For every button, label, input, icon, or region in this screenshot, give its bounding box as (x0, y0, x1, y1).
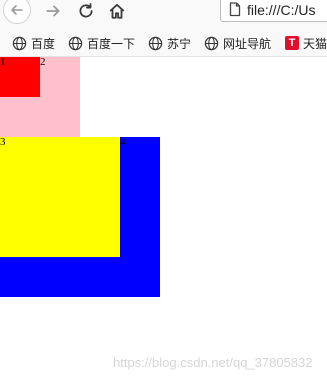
box-label-1: 1 (0, 56, 6, 68)
arrow-right-icon (46, 5, 60, 17)
url-bar[interactable]: file:///C:/Us (220, 0, 327, 22)
watermark-text: https://blog.csdn.net/qq_37805832 (113, 355, 313, 370)
globe-icon (204, 36, 219, 50)
globe-icon (148, 36, 163, 50)
bookmark-baidu[interactable]: 百度 (12, 33, 55, 53)
yellow-box: 3 (0, 137, 120, 257)
bookmark-baidu-yixia[interactable]: 百度一下 (68, 33, 135, 53)
arrow-left-icon (11, 5, 23, 15)
box-label-3: 3 (0, 136, 6, 148)
bookmark-label: 百度一下 (87, 36, 136, 51)
bookmark-label: 苏宁 (167, 36, 192, 51)
back-button[interactable] (3, 0, 31, 24)
bookmarks-bar: 百度 百度一下 苏宁 网址导航 T 天猫 (0, 30, 327, 57)
reload-button[interactable] (73, 0, 99, 22)
bookmark-label: 百度 (31, 36, 56, 51)
reload-icon (79, 3, 93, 18)
box-label-4: 4 (120, 136, 126, 148)
bookmark-site-nav[interactable]: 网址导航 (204, 33, 271, 53)
home-icon (109, 3, 125, 19)
browser-toolbar: file:///C:/Us (0, 0, 327, 30)
page-content: 1 2 3 4 (0, 57, 327, 387)
globe-icon (12, 36, 27, 50)
bookmark-suning[interactable]: 苏宁 (148, 33, 191, 53)
bookmark-tmall[interactable]: T 天猫 (285, 33, 327, 53)
bookmark-label: 天猫 (303, 36, 327, 51)
bookmark-label: 网址导航 (223, 36, 272, 51)
home-button[interactable] (104, 0, 130, 22)
forward-button[interactable] (40, 0, 66, 22)
globe-icon (68, 36, 83, 50)
tmall-icon: T (285, 36, 299, 50)
file-icon (229, 2, 241, 17)
box-label-2: 2 (40, 56, 46, 68)
red-box: 1 (0, 57, 40, 97)
url-text: file:///C:/Us (247, 1, 316, 18)
